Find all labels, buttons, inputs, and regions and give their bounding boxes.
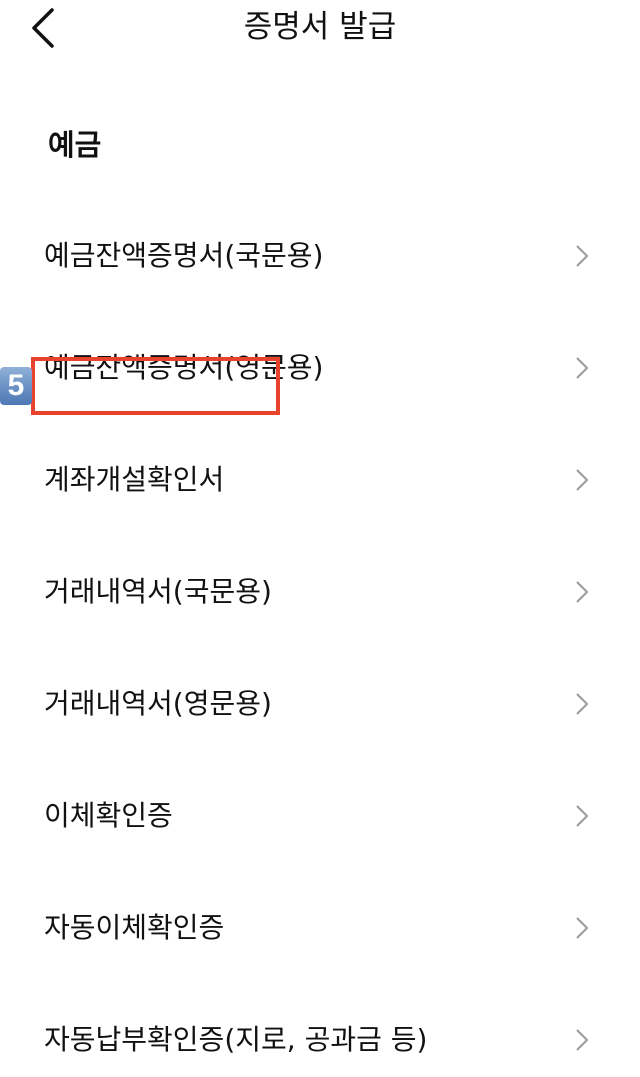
chevron-right-icon: [571, 1026, 591, 1054]
menu-item-auto-transfer-confirmation[interactable]: 자동이체확인증: [0, 872, 640, 984]
menu-item-auto-payment-confirmation[interactable]: 자동납부확인증(지로, 공과금 등): [0, 984, 640, 1077]
menu-item-deposit-balance-korean[interactable]: 예금잔액증명서(국문용): [0, 200, 640, 312]
menu-item-label: 자동이체확인증: [44, 911, 225, 944]
chevron-right-icon: [571, 914, 591, 942]
chevron-right-icon: [571, 690, 591, 718]
menu-item-label: 거래내역서(국문용): [44, 575, 272, 608]
chevron-right-icon: [571, 466, 591, 494]
menu-item-label: 예금잔액증명서(국문용): [44, 239, 324, 272]
menu-item-label: 계좌개설확인서: [44, 463, 225, 496]
menu-item-label: 자동납부확인증(지로, 공과금 등): [44, 1023, 428, 1056]
chevron-right-icon: [571, 242, 591, 270]
menu-item-transaction-history-english[interactable]: 거래내역서(영문용): [0, 648, 640, 760]
chevron-right-icon: [571, 802, 591, 830]
menu-item-label: 거래내역서(영문용): [44, 687, 272, 720]
header-bar: 증명서 발급: [0, 0, 640, 56]
menu-item-transfer-confirmation[interactable]: 이체확인증: [0, 760, 640, 872]
chevron-right-icon: [571, 354, 591, 382]
menu-item-label: 예금잔액증명서(영문용): [44, 351, 324, 384]
menu-item-transaction-history-korean[interactable]: 거래내역서(국문용): [0, 536, 640, 648]
menu-item-deposit-balance-english[interactable]: 예금잔액증명서(영문용): [0, 312, 640, 424]
page-title: 증명서 발급: [243, 9, 397, 45]
menu-item-account-opening-confirmation[interactable]: 계좌개설확인서: [0, 424, 640, 536]
menu-item-label: 이체확인증: [44, 799, 173, 832]
section-title: 예금: [48, 128, 102, 162]
certificate-menu-list: 예금잔액증명서(국문용) 예금잔액증명서(영문용) 계좌개설확인서 거래내역서(…: [0, 200, 640, 1077]
chevron-right-icon: [571, 578, 591, 606]
step-number-badge: 5: [0, 367, 32, 405]
